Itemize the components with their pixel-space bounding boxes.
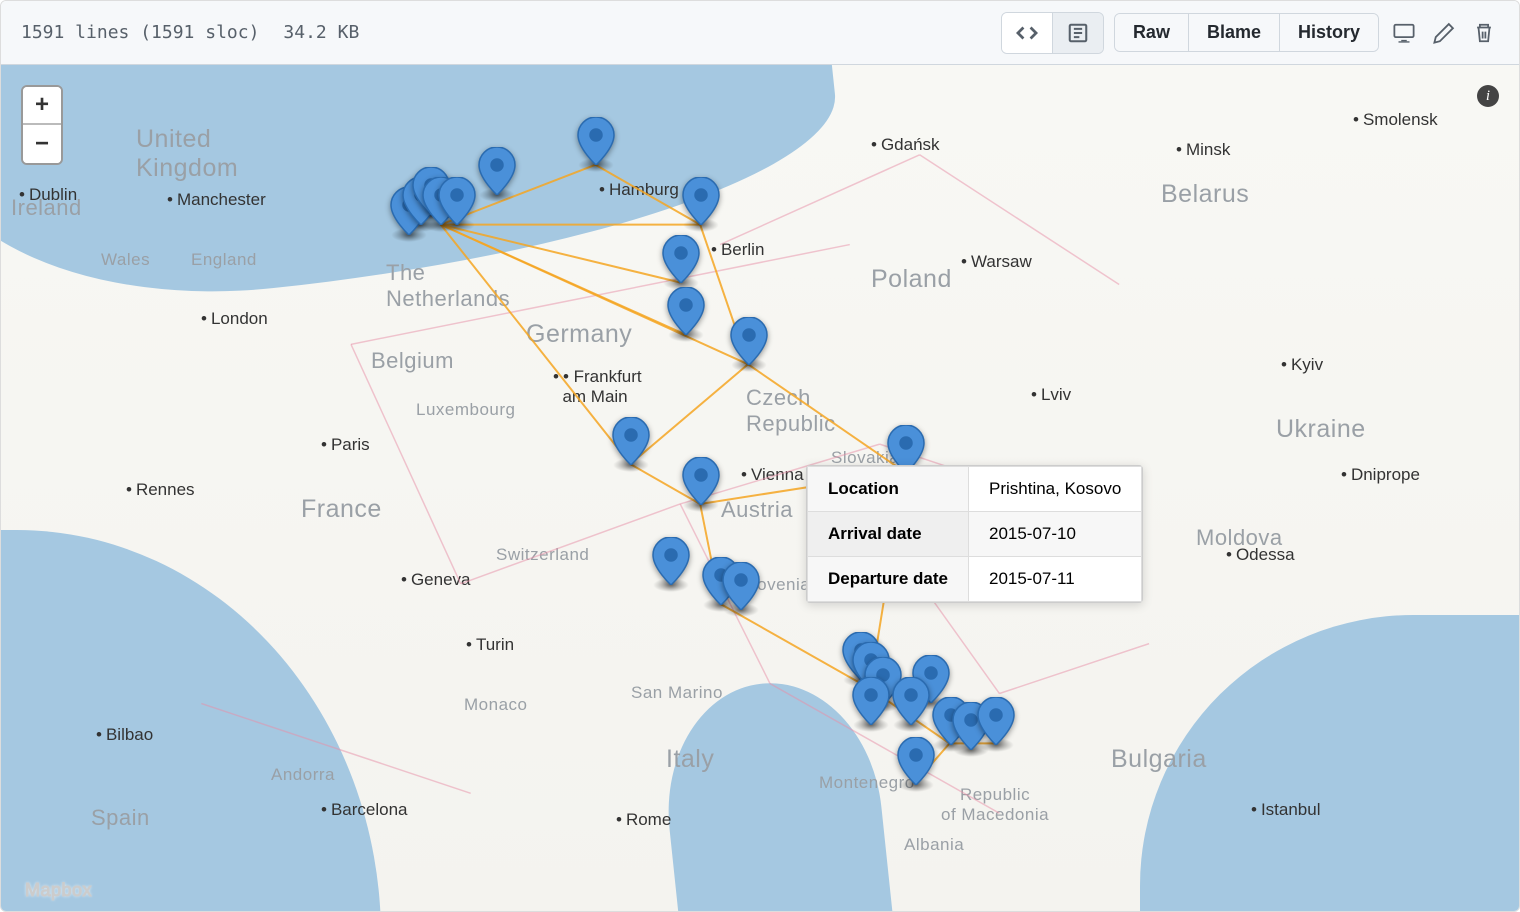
popup-value: 2015-07-11	[968, 557, 1141, 602]
map-marker[interactable]	[852, 677, 890, 725]
action-group: Raw Blame History	[1114, 13, 1379, 52]
map-marker[interactable]	[682, 457, 720, 505]
map-marker[interactable]	[577, 117, 615, 165]
map-viewport[interactable]: + − i Mapbox LocationPrishtina, Kosovo A…	[1, 65, 1519, 911]
desktop-icon[interactable]	[1389, 18, 1419, 48]
map-marker[interactable]	[612, 417, 650, 465]
info-button[interactable]: i	[1477, 85, 1499, 107]
view-mode-group	[1001, 12, 1104, 54]
zoom-out-button[interactable]: −	[23, 125, 61, 163]
history-button[interactable]: History	[1280, 14, 1378, 51]
map-marker[interactable]	[722, 562, 760, 610]
raw-button[interactable]: Raw	[1115, 14, 1189, 51]
popup-label: Location	[808, 467, 969, 512]
popup-table: LocationPrishtina, Kosovo Arrival date20…	[807, 466, 1142, 602]
file-size: 34.2 KB	[283, 22, 359, 43]
rendered-view-button[interactable]	[1053, 13, 1103, 53]
zoom-in-button[interactable]: +	[23, 87, 61, 125]
map-marker[interactable]	[662, 235, 700, 283]
edit-icon[interactable]	[1429, 18, 1459, 48]
map-marker[interactable]	[977, 697, 1015, 745]
marker-popup: LocationPrishtina, Kosovo Arrival date20…	[806, 465, 1143, 603]
map-marker[interactable]	[652, 537, 690, 585]
popup-label: Departure date	[808, 557, 969, 602]
map-marker[interactable]	[730, 317, 768, 365]
zoom-control: + −	[21, 85, 63, 165]
map-marker[interactable]	[478, 147, 516, 195]
popup-value: 2015-07-10	[968, 512, 1141, 557]
map-marker[interactable]	[682, 177, 720, 225]
map-marker[interactable]	[897, 737, 935, 785]
popup-label: Arrival date	[808, 512, 969, 557]
map-marker[interactable]	[667, 287, 705, 335]
file-toolbar: 1591 lines (1591 sloc) 34.2 KB Raw Blame…	[1, 1, 1519, 65]
map-marker[interactable]	[892, 677, 930, 725]
source-view-button[interactable]	[1002, 13, 1053, 53]
blame-button[interactable]: Blame	[1189, 14, 1280, 51]
line-count: 1591 lines (1591 sloc)	[21, 22, 259, 43]
map-marker[interactable]	[438, 177, 476, 225]
trash-icon[interactable]	[1469, 18, 1499, 48]
map-attribution: Mapbox	[25, 880, 92, 901]
popup-value: Prishtina, Kosovo	[968, 467, 1141, 512]
